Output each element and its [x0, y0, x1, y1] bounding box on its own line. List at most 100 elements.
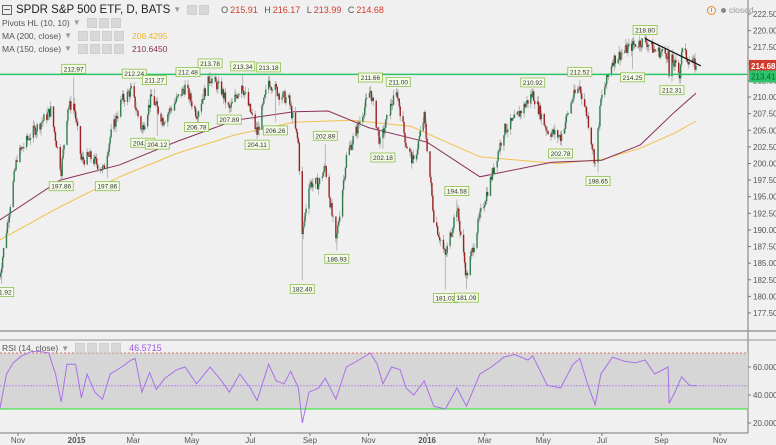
- candle-body: [163, 123, 165, 126]
- gear-icon[interactable]: [98, 17, 109, 28]
- last-price-label: 214.68: [751, 62, 776, 71]
- symbol-title[interactable]: SPDR S&P 500 ETF, D, BATS: [16, 4, 170, 16]
- candle-body: [249, 103, 252, 112]
- pivot-label: 206.26: [265, 128, 285, 135]
- eye-icon[interactable]: [187, 4, 198, 15]
- candle-body: [484, 204, 486, 208]
- chevron-down-icon[interactable]: ▼: [173, 5, 181, 14]
- gear-icon[interactable]: [89, 43, 100, 54]
- plus-icon[interactable]: [101, 30, 112, 41]
- price-tick-label: 190.00: [753, 226, 776, 235]
- candle-body: [486, 192, 489, 196]
- rsi-value: 46.5715: [129, 343, 162, 353]
- chart-canvas[interactable]: 181.92212.97197.86197.86212.24204.40211.…: [0, 0, 776, 445]
- candle-body: [469, 256, 472, 276]
- candle-body: [1, 257, 4, 269]
- candle-body: [169, 108, 172, 110]
- candle-body: [363, 115, 365, 117]
- indicator-ma200[interactable]: MA (200, close) ▼ 206.4295: [2, 29, 384, 42]
- candle-body: [244, 92, 247, 93]
- candle-body: [318, 177, 321, 184]
- candle-body: [601, 94, 603, 99]
- candle-body: [402, 116, 404, 123]
- ma150-value: 210.6450: [131, 43, 168, 54]
- eye-icon[interactable]: [75, 343, 86, 353]
- candle-body: [436, 222, 438, 227]
- pivot-label: 211.27: [145, 78, 165, 85]
- candle-body: [35, 131, 37, 135]
- chevron-down-icon[interactable]: ▼: [64, 31, 72, 40]
- candle-body: [388, 115, 391, 116]
- candle-body: [410, 151, 412, 153]
- candle-body: [364, 99, 367, 108]
- collapse-icon[interactable]: [2, 4, 12, 15]
- candle-body: [477, 219, 479, 233]
- market-status[interactable]: closed: [707, 5, 754, 15]
- eye-icon[interactable]: [77, 43, 88, 54]
- gear-icon[interactable]: [87, 343, 98, 353]
- candle-body: [594, 162, 596, 164]
- candle-body: [493, 167, 496, 174]
- price-tick-label: 202.50: [753, 143, 776, 152]
- candle-body: [598, 125, 600, 129]
- status-text: closed: [729, 5, 754, 15]
- candle-body: [405, 142, 407, 147]
- candle-body: [182, 88, 184, 91]
- rsi-tick-label: 60.0000: [753, 363, 776, 372]
- candle-body: [309, 184, 311, 189]
- candle-body: [345, 154, 348, 168]
- candle-body: [301, 171, 303, 235]
- candle-body: [432, 195, 434, 211]
- candle-body: [604, 87, 606, 95]
- close-icon[interactable]: [110, 17, 121, 28]
- alert-icon[interactable]: [707, 5, 716, 15]
- candle-body: [290, 104, 292, 106]
- price-tick-label: 182.50: [753, 276, 776, 285]
- candle-body: [74, 111, 77, 119]
- close-icon[interactable]: [111, 343, 122, 353]
- candle-body: [473, 247, 475, 253]
- candle-body: [512, 117, 515, 119]
- gear-icon[interactable]: [89, 30, 100, 41]
- candle-body: [409, 148, 411, 152]
- pivot-label: 211.66: [361, 75, 381, 82]
- chevron-down-icon[interactable]: ▼: [61, 344, 69, 353]
- price-tick-label: 222.50: [753, 10, 776, 19]
- gear-icon[interactable]: [199, 4, 210, 15]
- close-icon[interactable]: [113, 30, 124, 41]
- candle-body: [574, 89, 576, 94]
- candle-body: [591, 144, 593, 150]
- candle-body: [100, 170, 103, 172]
- candle-body: [321, 176, 324, 178]
- candle-body: [174, 101, 177, 104]
- candle-body: [587, 115, 590, 128]
- candle-body: [156, 101, 158, 107]
- close-icon[interactable]: [113, 43, 124, 54]
- candle-body: [484, 201, 487, 205]
- candle-body: [419, 130, 422, 137]
- candle-body: [597, 128, 599, 163]
- candle-body: [398, 98, 400, 107]
- pivot-label: 211.00: [389, 79, 409, 86]
- price-tick-label: 205.00: [753, 126, 776, 135]
- candle-body: [19, 147, 21, 162]
- candle-body: [0, 272, 2, 277]
- candle-body: [342, 180, 345, 191]
- candle-body: [237, 95, 239, 99]
- indicator-ma150[interactable]: MA (150, close) ▼ 210.6450: [2, 42, 384, 55]
- candle-body: [567, 113, 569, 115]
- candle-body: [513, 114, 516, 118]
- plus-icon[interactable]: [99, 343, 110, 353]
- candle-body: [251, 113, 254, 115]
- indicator-pivots[interactable]: Pivots HL (10, 10) ▼: [2, 16, 384, 29]
- candle-body: [32, 125, 35, 138]
- support-price-label: 213.41: [751, 72, 776, 81]
- eye-icon[interactable]: [77, 30, 88, 41]
- rsi-legend[interactable]: RSI (14, close) ▼ 46.5715: [2, 343, 162, 353]
- eye-icon[interactable]: [86, 17, 97, 28]
- time-tick-label: Sep: [303, 436, 318, 445]
- chevron-down-icon[interactable]: ▼: [73, 18, 81, 27]
- candle-body: [258, 126, 260, 130]
- plus-icon[interactable]: [101, 43, 112, 54]
- chevron-down-icon[interactable]: ▼: [64, 44, 72, 53]
